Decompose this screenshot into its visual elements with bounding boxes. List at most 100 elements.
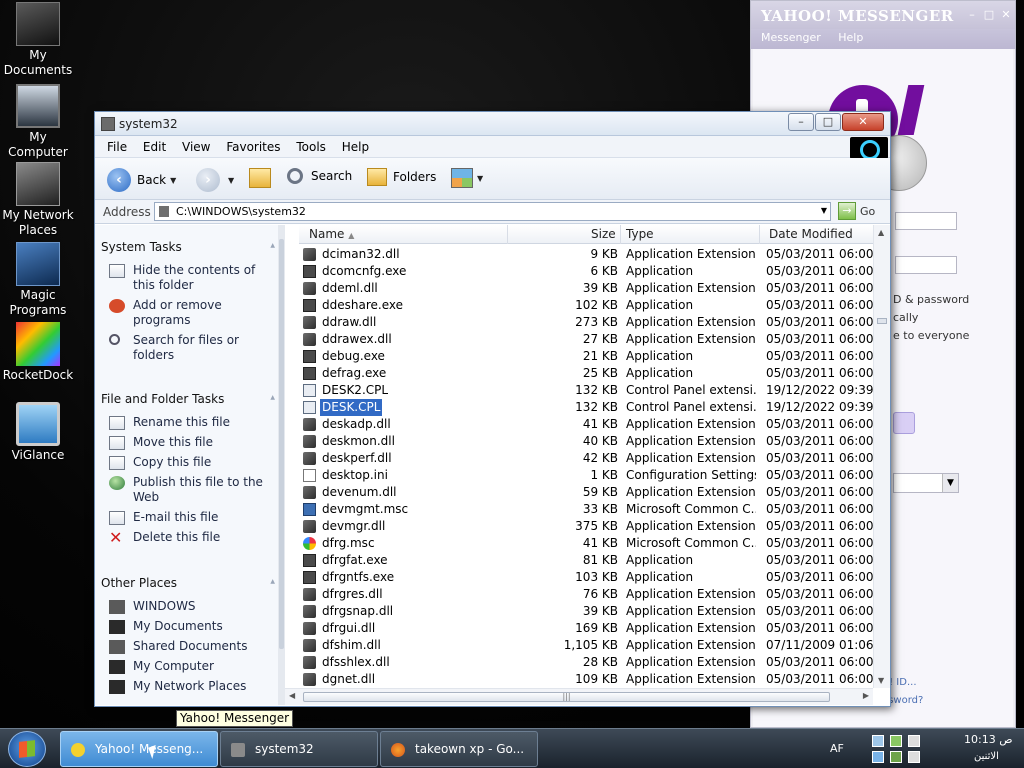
file-tasks-title[interactable]: File and Folder Tasks xyxy=(101,392,277,406)
place-windows[interactable]: WINDOWS xyxy=(109,599,277,614)
search-button[interactable]: Search xyxy=(287,168,352,184)
language-indicator[interactable]: AF xyxy=(830,742,844,755)
start-button[interactable] xyxy=(8,731,46,767)
file-row[interactable]: deskadp.dll 41 KB Application Extension 05/… xyxy=(299,416,876,433)
file-row[interactable]: dfrgres.dll 76 KB Application Extension 05/… xyxy=(299,586,876,603)
file-row[interactable]: dfrgui.dll 169 KB Application Extension 05/… xyxy=(299,620,876,637)
column-date-modified[interactable]: Date Modified xyxy=(769,227,853,241)
file-row[interactable]: dfrgfat.exe 81 KB Application 05/03/2011 06… xyxy=(299,552,876,569)
file-row[interactable]: dfrg.msc 41 KB Microsoft Common C... 05/03/… xyxy=(299,535,876,552)
address-input[interactable]: C:\WINDOWS\system32 ▼ xyxy=(154,202,831,221)
horizontal-scrollbar[interactable]: ◀ ||| ▶ xyxy=(285,688,873,705)
menu-favorites[interactable]: Favorites xyxy=(220,136,286,158)
menu-view[interactable]: View xyxy=(176,136,216,158)
file-row[interactable]: devmgr.dll 375 KB Application Extension 05/… xyxy=(299,518,876,535)
file-row[interactable]: devenum.dll 59 KB Application Extension 05/… xyxy=(299,484,876,501)
menu-help[interactable]: Help xyxy=(336,136,375,158)
file-row[interactable]: defrag.exe 25 KB Application 05/03/2011 06:… xyxy=(299,365,876,382)
file-row[interactable]: ddrawex.dll 27 KB Application Extension 05/… xyxy=(299,331,876,348)
desktop-icon-viglance[interactable]: ViGlance xyxy=(0,402,76,463)
task-search-files[interactable]: Search for files or folders xyxy=(109,333,277,363)
scroll-down-icon[interactable]: ▼ xyxy=(878,676,884,685)
column-divider[interactable] xyxy=(759,225,760,244)
place-shared-documents[interactable]: Shared Documents xyxy=(109,639,277,654)
explorer-titlebar[interactable]: system32 – □ ✕ xyxy=(95,112,890,136)
file-row[interactable]: deskmon.dll 40 KB Application Extension 05/… xyxy=(299,433,876,450)
file-row[interactable]: dfrgntfs.exe 103 KB Application 05/03/2011 … xyxy=(299,569,876,586)
file-row[interactable]: DESK.CPL 132 KB Control Panel extensi... 19… xyxy=(299,398,876,417)
messenger-tray-icon[interactable] xyxy=(908,735,920,747)
column-divider[interactable] xyxy=(507,225,508,244)
up-folder-button[interactable] xyxy=(249,168,271,188)
volume-icon[interactable] xyxy=(872,735,884,747)
taskbar-system32[interactable]: system32 xyxy=(220,731,378,767)
views-button[interactable]: ▼ xyxy=(451,168,483,188)
menu-help[interactable]: Help xyxy=(838,31,863,44)
task-publish[interactable]: Publish this file to the Web xyxy=(109,475,277,505)
task-hide-contents[interactable]: Hide the contents of this folder xyxy=(109,263,277,293)
file-row[interactable]: ddraw.dll 273 KB Application Extension 05/0… xyxy=(299,314,876,331)
menu-messenger[interactable]: Messenger xyxy=(761,31,821,44)
yahoo-titlebar[interactable]: YAHOO! MESSENGER – □ ✕ xyxy=(751,1,1015,29)
clock-time[interactable]: 10:13 ص xyxy=(964,733,1013,746)
go-button[interactable]: → Go xyxy=(838,202,875,220)
back-button[interactable]: ‹ Back ▼ xyxy=(107,168,176,192)
desktop-icon-my-computer[interactable]: My Computer xyxy=(0,84,76,160)
task-move[interactable]: Move this file xyxy=(109,435,277,450)
file-row[interactable]: dgnet.dll 109 KB Application Extension 05/0… xyxy=(299,671,876,688)
task-email[interactable]: E-mail this file xyxy=(109,510,277,525)
place-my-network-places[interactable]: My Network Places xyxy=(109,679,277,694)
tray-icon[interactable] xyxy=(890,751,902,763)
other-places-title[interactable]: Other Places xyxy=(101,576,277,590)
desktop-icon-my-documents[interactable]: My Documents xyxy=(0,2,76,78)
minimize-button[interactable]: – xyxy=(788,113,814,131)
yahoo-id-field[interactable] xyxy=(895,212,957,230)
task-rename[interactable]: Rename this file xyxy=(109,415,277,430)
file-row[interactable]: dfsshlex.dll 28 KB Application Extension 05… xyxy=(299,654,876,671)
taskbar-yahoo-messenger[interactable]: Yahoo! Messeng... xyxy=(60,731,218,767)
file-row[interactable]: dfrgsnap.dll 39 KB Application Extension 05… xyxy=(299,603,876,620)
file-row[interactable]: devmgmt.msc 33 KB Microsoft Common C... 05/… xyxy=(299,501,876,518)
yahoo-password-field[interactable] xyxy=(895,256,957,274)
scroll-thumb[interactable] xyxy=(877,318,887,324)
close-button[interactable]: ✕ xyxy=(842,113,884,131)
minimize-icon[interactable]: – xyxy=(966,9,978,21)
file-row[interactable]: DESK2.CPL 132 KB Control Panel extensi... 1… xyxy=(299,382,876,399)
file-row[interactable]: ddeshare.exe 102 KB Application 05/03/2011 … xyxy=(299,297,876,314)
tray-icon[interactable] xyxy=(908,751,920,763)
place-my-documents[interactable]: My Documents xyxy=(109,619,277,634)
scroll-thumb[interactable] xyxy=(279,239,284,649)
scroll-right-icon[interactable]: ▶ xyxy=(863,691,869,700)
menu-tools[interactable]: Tools xyxy=(290,136,332,158)
file-row[interactable]: dciman32.dll 9 KB Application Extension 05/… xyxy=(299,246,876,263)
tray-icon[interactable] xyxy=(872,751,884,763)
network-icon[interactable] xyxy=(890,735,902,747)
system-tasks-title[interactable]: System Tasks xyxy=(101,240,277,254)
file-row[interactable]: dcomcnfg.exe 6 KB Application 05/03/2011 06… xyxy=(299,263,876,280)
maximize-button[interactable]: □ xyxy=(815,113,841,131)
scroll-up-icon[interactable]: ▲ xyxy=(878,228,884,237)
file-row[interactable]: desktop.ini 1 KB Configuration Settings 05/… xyxy=(299,467,876,484)
chevron-down-icon[interactable]: ▼ xyxy=(228,176,234,185)
file-row[interactable]: ddeml.dll 39 KB Application Extension 05/03… xyxy=(299,280,876,297)
status-select[interactable]: ▼ xyxy=(893,473,959,493)
explorer-window[interactable]: system32 – □ ✕ File Edit View Favorites … xyxy=(94,111,891,707)
close-icon[interactable]: ✕ xyxy=(1000,9,1012,21)
menu-file[interactable]: File xyxy=(101,136,133,158)
scroll-thumb[interactable]: ||| xyxy=(303,692,830,702)
maximize-icon[interactable]: □ xyxy=(983,9,995,21)
chevron-down-icon[interactable]: ▼ xyxy=(821,206,827,215)
desktop-icon-my-network-places[interactable]: My Network Places xyxy=(0,162,76,238)
task-copy[interactable]: Copy this file xyxy=(109,455,277,470)
file-row[interactable]: dfshim.dll 1,105 KB Application Extension 0… xyxy=(299,637,876,654)
scroll-left-icon[interactable]: ◀ xyxy=(289,691,295,700)
menu-edit[interactable]: Edit xyxy=(137,136,172,158)
forward-button[interactable]: › ▼ xyxy=(196,168,234,192)
chevron-down-icon[interactable]: ▼ xyxy=(170,176,176,185)
task-pane-scrollbar[interactable] xyxy=(278,225,285,705)
file-row[interactable]: deskperf.dll 42 KB Application Extension 05… xyxy=(299,450,876,467)
column-name[interactable]: Name ▲ xyxy=(309,227,354,241)
folders-button[interactable]: Folders xyxy=(367,168,436,186)
column-type[interactable]: Type xyxy=(626,227,654,241)
place-my-computer[interactable]: My Computer xyxy=(109,659,277,674)
